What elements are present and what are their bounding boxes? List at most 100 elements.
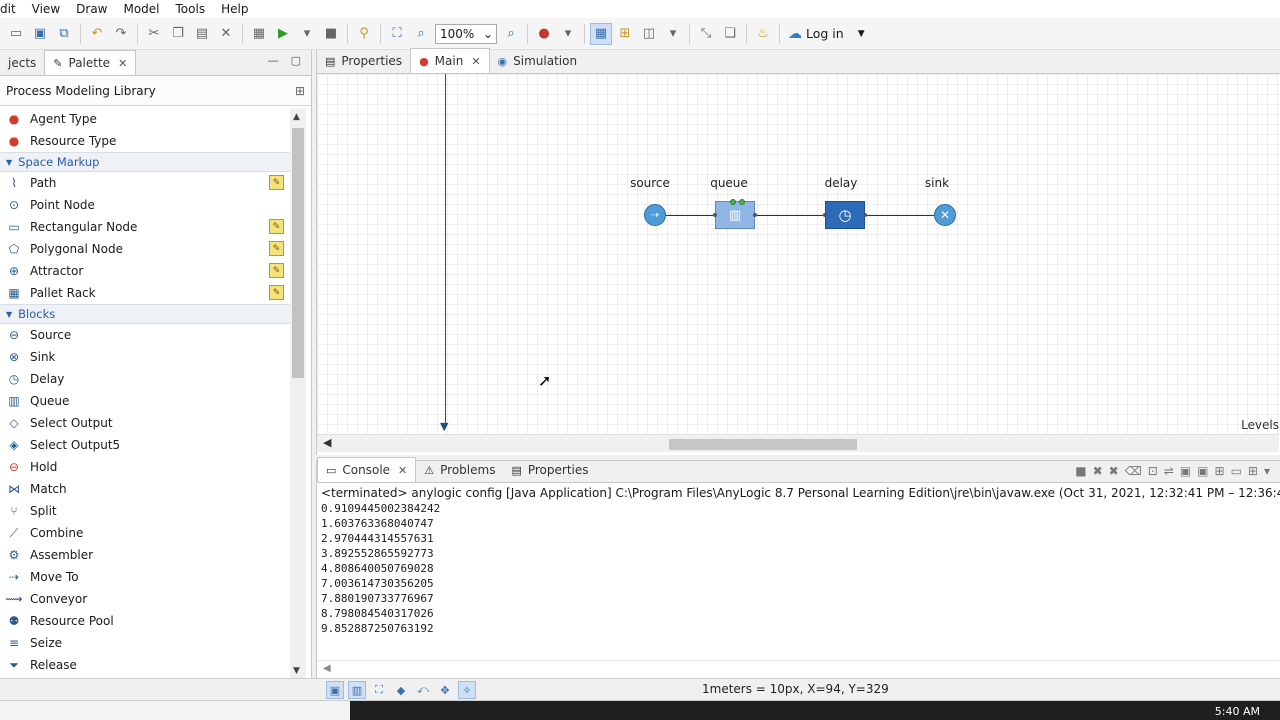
palette-item-match[interactable]: ⋈ Match (0, 478, 290, 500)
scroll-left-icon[interactable]: ◀ (323, 436, 331, 449)
tab-console-properties[interactable]: ▤ Properties (503, 458, 596, 482)
palette-item-agent-type[interactable]: ● Agent Type (0, 108, 290, 130)
section-blocks[interactable]: ▼ Blocks (0, 304, 290, 324)
palette-item-attractor[interactable]: ⊕ Attractor ✎ (0, 260, 290, 282)
maximize-icon[interactable]: ▢ (291, 54, 301, 67)
tab-projects[interactable]: jects (0, 51, 44, 75)
undo-icon[interactable]: ↶ (86, 23, 108, 45)
menu-draw[interactable]: Draw (68, 0, 115, 18)
select-icon[interactable]: ⛶ (370, 681, 388, 699)
zoom-out-icon[interactable]: ⌕ (410, 23, 432, 45)
palette-toggle-icon[interactable]: ▥ (348, 681, 366, 699)
palette-item-pallet-rack[interactable]: ▦ Pallet Rack ✎ (0, 282, 290, 304)
cut-icon[interactable]: ✂ (143, 23, 165, 45)
pencil-icon[interactable]: ✎ (269, 285, 284, 300)
menu-edit[interactable]: dit (0, 0, 24, 18)
tab-main[interactable]: ● Main ✕ (410, 48, 490, 73)
menu-view[interactable]: View (24, 0, 68, 18)
graphical-editor-canvas[interactable]: ▼ source queue delay sink ⇢ ▥ ◷ ✕ ➚ Leve… (317, 74, 1279, 434)
save-icon[interactable]: ▣ (29, 23, 51, 45)
palette-item-queue[interactable]: ▥ Queue (0, 390, 290, 412)
delay-in-port[interactable] (823, 213, 827, 217)
palette-item-select-output[interactable]: ◇ Select Output (0, 412, 290, 434)
palette-item-rectangular-node[interactable]: ▭ Rectangular Node ✎ (0, 216, 290, 238)
view-mode-icon[interactable]: ⊞ (295, 84, 305, 98)
sink-block[interactable]: ✕ (934, 204, 956, 226)
editor-hscrollbar[interactable]: ◀ (317, 434, 1279, 452)
display-console-icon[interactable]: ▭ (1231, 464, 1242, 478)
connector-queue-delay[interactable] (755, 215, 825, 216)
menu-help[interactable]: Help (213, 0, 256, 18)
tab-problems[interactable]: ⚠ Problems (416, 458, 503, 482)
login-button[interactable]: ☁ Log in ▼ (788, 26, 865, 42)
source-block[interactable]: ⇢ (644, 204, 666, 226)
palette-item-release[interactable]: ⏷ Release (0, 654, 290, 676)
grid-icon[interactable]: ▦ (590, 22, 612, 45)
scroll-left-icon[interactable]: ◀ (323, 663, 331, 674)
console-hscrollbar[interactable]: ◀ (317, 660, 1279, 678)
tab-simulation[interactable]: ◉ Simulation (490, 49, 586, 73)
palette-item-combine[interactable]: ⟋ Combine (0, 522, 290, 544)
palette-item-path[interactable]: ⌇ Path ✎ (0, 172, 290, 194)
link-icon[interactable]: ⚲ (353, 23, 375, 45)
new-console-icon[interactable]: ⊞ (1248, 464, 1258, 478)
palette-item-hold[interactable]: ⊖ Hold (0, 456, 290, 478)
word-wrap-icon[interactable]: ⇌ (1164, 464, 1174, 478)
snap-icon[interactable]: ⊞ (614, 23, 636, 45)
curve-icon[interactable]: ⤺ (414, 681, 432, 699)
layout-icon[interactable]: ▣ (326, 681, 344, 699)
move-icon[interactable]: ✥ (436, 681, 454, 699)
palette-item-conveyor[interactable]: ⟿ Conveyor (0, 588, 290, 610)
palette-item-sink[interactable]: ⊗ Sink (0, 346, 290, 368)
remove-all-icon[interactable]: ✖ (1109, 464, 1119, 478)
paste-icon[interactable]: ▤ (191, 23, 213, 45)
scroll-up-icon[interactable]: ▲ (293, 112, 300, 122)
fire-icon[interactable]: ♨ (752, 23, 774, 45)
remove-launch-icon[interactable]: ✖ (1093, 464, 1103, 478)
queue-out-port[interactable] (753, 213, 757, 217)
scroll-thumb[interactable] (669, 439, 857, 450)
delete-icon[interactable]: ✕ (215, 23, 237, 45)
minimize-icon[interactable]: — (268, 54, 279, 67)
delay-block[interactable]: ◷ (825, 201, 865, 229)
scroll-thumb[interactable] (292, 128, 304, 378)
zoom-combo[interactable]: 100% ⌄ (435, 23, 497, 44)
pencil-icon[interactable]: ✎ (269, 219, 284, 234)
connector-icon[interactable]: ⤡ (695, 23, 717, 45)
run-dropdown-icon[interactable]: ▾ (296, 23, 318, 45)
magic-icon[interactable]: ✧ (458, 681, 476, 699)
shapes-icon[interactable]: ◆ (392, 681, 410, 699)
palette-scrollbar[interactable]: ▲ ▼ (290, 108, 306, 678)
scroll-lock-icon[interactable]: ⊡ (1148, 464, 1158, 478)
pencil-icon[interactable]: ✎ (269, 175, 284, 190)
palette-item-select-output5[interactable]: ◈ Select Output5 (0, 434, 290, 456)
library-header[interactable]: Process Modeling Library ⊞ (0, 76, 311, 106)
palette-item-assembler[interactable]: ⚙ Assembler (0, 544, 290, 566)
delay-out-port[interactable] (863, 213, 867, 217)
palette-item-resource-type[interactable]: ● Resource Type (0, 130, 290, 152)
palette-item-move-to[interactable]: ⇢ Move To (0, 566, 290, 588)
palette-item-resource-pool[interactable]: ⚉ Resource Pool (0, 610, 290, 632)
zoom-in-icon[interactable]: ⌕ (500, 23, 522, 45)
palette-item-point-node[interactable]: ⊙ Point Node (0, 194, 290, 216)
paint-dropdown-icon[interactable]: ▾ (557, 23, 579, 45)
levels-label[interactable]: Levels (1241, 418, 1279, 432)
close-icon[interactable]: ✕ (398, 464, 407, 477)
pencil-icon[interactable]: ✎ (269, 263, 284, 278)
copy-icon[interactable]: ❐ (167, 23, 189, 45)
tab-palette[interactable]: ✎ Palette ✕ (44, 50, 137, 75)
pencil-icon[interactable]: ✎ (269, 241, 284, 256)
palette-item-delay[interactable]: ◷ Delay (0, 368, 290, 390)
open-console-icon[interactable]: ⊞ (1215, 464, 1225, 478)
tab-properties[interactable]: ▤ Properties (317, 49, 410, 73)
tab-console[interactable]: ▭ Console ✕ (317, 457, 417, 482)
queue-in-port[interactable] (713, 213, 717, 217)
menu-model[interactable]: Model (115, 0, 167, 18)
group-icon[interactable]: ❏ (719, 23, 741, 45)
paint-icon[interactable]: ● (533, 23, 555, 45)
close-icon[interactable]: ✕ (471, 55, 480, 68)
show-on-output-icon[interactable]: ▣ (1180, 464, 1191, 478)
palette-item-polygonal-node[interactable]: ⬠ Polygonal Node ✎ (0, 238, 290, 260)
queue-block[interactable]: ▥ (715, 199, 755, 229)
connector-source-queue[interactable] (666, 215, 715, 216)
